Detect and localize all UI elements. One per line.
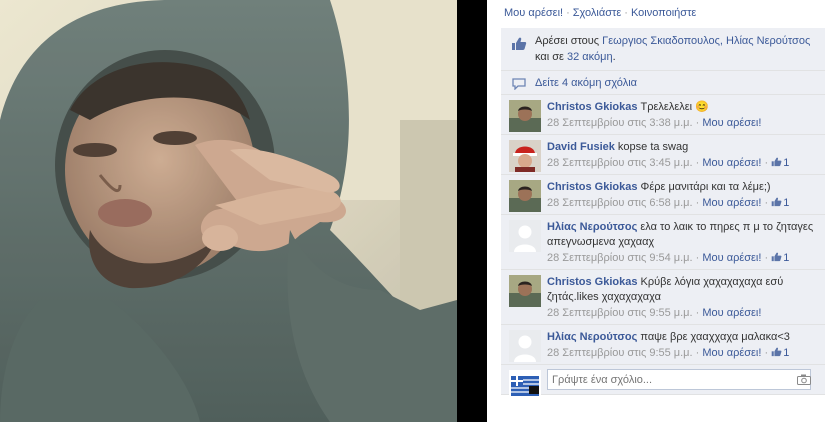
thumbs-up-icon — [771, 252, 782, 262]
write-comment-row — [501, 365, 825, 402]
thumbs-up-icon — [771, 347, 782, 357]
thumbs-up-icon — [771, 157, 782, 167]
comment-like-button[interactable]: Μου αρέσει! — [702, 117, 761, 129]
photo[interactable] — [0, 0, 457, 422]
comment-like-count[interactable]: 1 — [771, 347, 789, 359]
separator: · — [566, 7, 570, 19]
photo-frame-border — [457, 0, 487, 422]
comment-author[interactable]: Ηλίας Νερούτσος — [547, 221, 637, 233]
share-action[interactable]: Κοινοποιήστε — [631, 7, 696, 19]
comment-time[interactable]: 28 Σεπτεμβρίου στις 3:45 μ.μ. — [547, 157, 693, 169]
comment-like-button[interactable]: Μου αρέσει! — [702, 157, 761, 169]
thumbs-up-icon — [512, 37, 527, 50]
comment-text: Φέρε μανιτάρι και τα λέμε;) — [640, 181, 771, 193]
comment-author[interactable]: Christos Gkiokas — [547, 101, 637, 113]
speech-bubble-icon — [512, 78, 526, 90]
view-more-comments[interactable]: Δείτε 4 ακόμη σχόλια — [501, 71, 825, 95]
comment-time[interactable]: 28 Σεπτεμβρίου στις 9:54 μ.μ. — [547, 252, 693, 264]
comment-item: Ηλίας Νερούτσος παψε βρε χααχχαχα μαλακα… — [501, 325, 825, 365]
current-user-avatar — [509, 370, 541, 402]
comment-item: Christos Gkiokas Φέρε μανιτάρι και τα λέ… — [501, 175, 825, 215]
comment-time[interactable]: 28 Σεπτεμβρίου στις 9:55 μ.μ. — [547, 307, 693, 319]
likes-others-link[interactable]: 32 ακόμη — [567, 51, 613, 63]
likes-and: και σε — [535, 51, 564, 63]
comment-item: David Fusiek kopse ta swag 28 Σεπτεμβρίο… — [501, 135, 825, 175]
likes-summary: Αρέσει στους Γεωργιος Σκιαδοπουλος, Ηλία… — [501, 28, 825, 71]
comment-author[interactable]: Christos Gkiokas — [547, 276, 637, 288]
comment-like-count[interactable]: 1 — [771, 197, 789, 209]
comment-text: Τρελελελει 😊 — [640, 101, 709, 113]
comments-panel: Μου αρέσει! · Σχολιάστε · Κοινοποιήστε Αρέσε… — [487, 0, 828, 422]
comment-action[interactable]: Σχολιάστε — [573, 7, 622, 19]
comment-author[interactable]: Christos Gkiokas — [547, 181, 637, 193]
comment-like-button[interactable]: Μου αρέσει! — [702, 197, 761, 209]
comment-input[interactable] — [547, 369, 811, 390]
separator: · — [624, 7, 628, 19]
camera-icon[interactable] — [797, 374, 811, 385]
comment-like-button[interactable]: Μου αρέσει! — [702, 347, 761, 359]
comment-item: Christos Gkiokas Τρελελελει 😊 28 Σεπτεμβ… — [501, 95, 825, 135]
comment-author[interactable]: David Fusiek — [547, 141, 615, 153]
comment-like-count[interactable]: 1 — [771, 157, 789, 169]
comment-time[interactable]: 28 Σεπτεμβρίου στις 6:58 μ.μ. — [547, 197, 693, 209]
avatar[interactable] — [509, 220, 541, 252]
avatar[interactable] — [509, 140, 541, 172]
comment-text: παψε βρε χααχχαχα μαλακα<3 — [640, 331, 790, 343]
comment-time[interactable]: 28 Σεπτεμβρίου στις 3:38 μ.μ. — [547, 117, 693, 129]
comment-like-button[interactable]: Μου αρέσει! — [702, 252, 761, 264]
post-actions: Μου αρέσει! · Σχολιάστε · Κοινοποιήστε — [495, 6, 820, 22]
likes-suffix: . — [612, 51, 616, 63]
comment-like-button[interactable]: Μου αρέσει! — [702, 307, 761, 319]
avatar[interactable] — [509, 100, 541, 132]
like-action[interactable]: Μου αρέσει! — [504, 7, 563, 19]
avatar[interactable] — [509, 275, 541, 307]
likes-names-link[interactable]: Γεωργιος Σκιαδοπουλος, Ηλίας Νερούτσος — [602, 35, 810, 47]
likes-prefix: Αρέσει στους — [535, 35, 600, 47]
comment-text: kopse ta swag — [617, 141, 689, 153]
selfie-photo — [0, 0, 457, 422]
comment-item: Christos Gkiokas Κρύβε λόγια χαχαχαχαχα … — [501, 270, 825, 325]
avatar[interactable] — [509, 180, 541, 212]
thumbs-up-icon — [771, 197, 782, 207]
view-more-comments-link[interactable]: Δείτε 4 ακόμη σχόλια — [535, 77, 637, 89]
comment-like-count[interactable]: 1 — [771, 252, 789, 264]
comment-time[interactable]: 28 Σεπτεμβρίου στις 9:55 μ.μ. — [547, 347, 693, 359]
comment-author[interactable]: Ηλίας Νερούτσος — [547, 331, 637, 343]
feedback-box: Αρέσει στους Γεωργιος Σκιαδοπουλος, Ηλία… — [501, 28, 825, 402]
avatar[interactable] — [509, 330, 541, 362]
comment-item: Ηλίας Νερούτσος ελα το λαικ το πηρες π μ… — [501, 215, 825, 270]
